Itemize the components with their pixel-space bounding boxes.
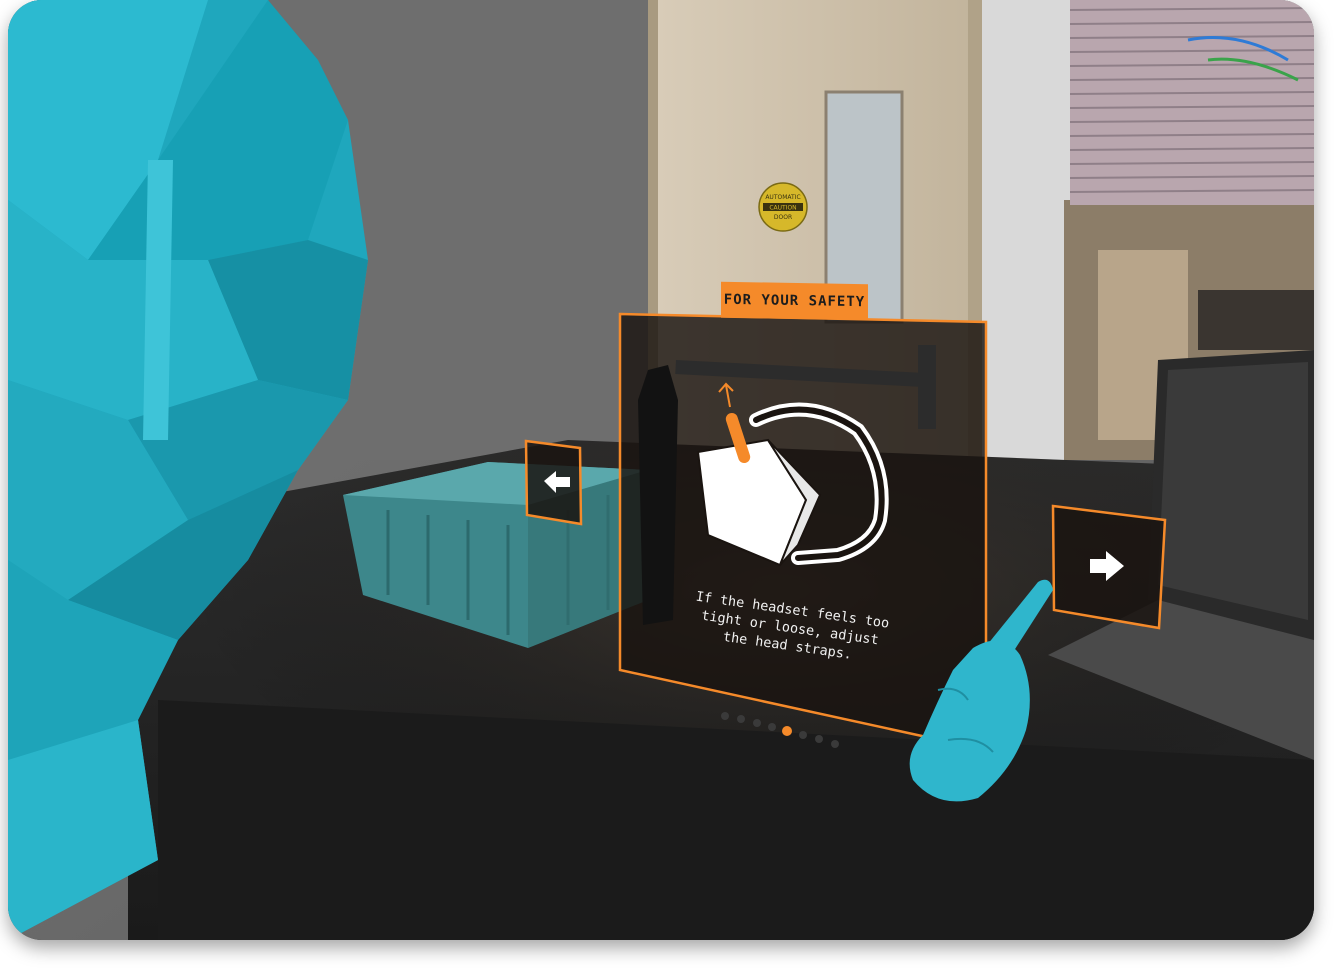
next-button-hitarea[interactable]	[1053, 505, 1167, 629]
safety-panel-message: If the headset feels too tight or loose,…	[694, 588, 891, 663]
window-blinds	[1069, 0, 1314, 205]
door-sign: AUTOMATIC CAUTION DOOR	[758, 182, 808, 232]
safety-panel-content: FOR YOUR SAFETY If the headset feels too…	[618, 281, 1008, 753]
safety-panel-tab: FOR YOUR SAFETY	[721, 281, 868, 321]
previous-button-hitarea[interactable]	[526, 440, 582, 524]
vr-viewport: AUTOMATIC CAUTION DOOR FOR YOUR SAFETY I…	[8, 0, 1314, 940]
door-sign-line2: CAUTION	[769, 205, 796, 212]
door-sign-line3: DOOR	[774, 214, 792, 221]
door-sign-line1: AUTOMATIC	[765, 194, 800, 201]
